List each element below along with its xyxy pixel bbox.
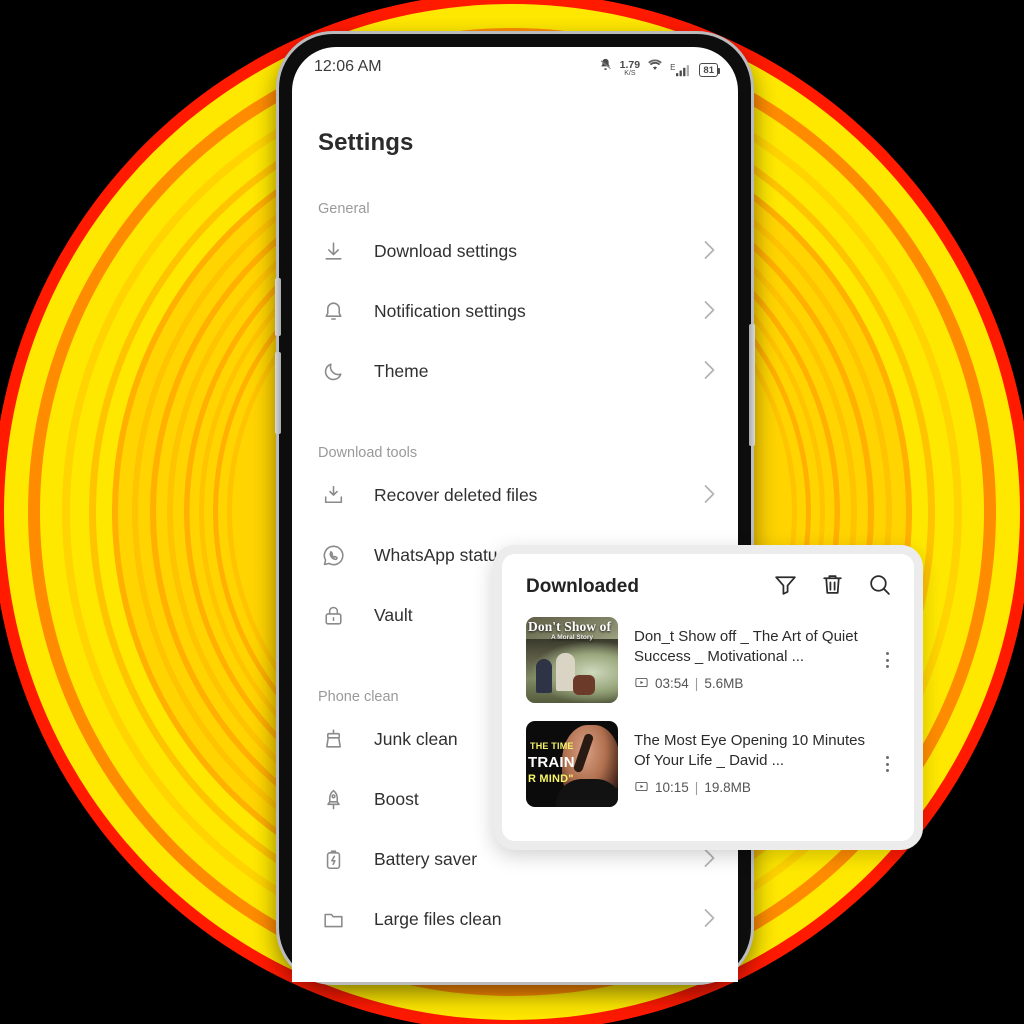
chevron-right-icon — [703, 908, 716, 931]
thumbnail-line-2: TRAIN — [528, 754, 575, 771]
chevron-right-icon — [703, 240, 716, 263]
more-options-button[interactable] — [872, 652, 898, 668]
battery-bolt-icon — [318, 844, 348, 874]
rocket-icon — [318, 784, 348, 814]
chevron-right-icon — [703, 300, 716, 323]
bell-slash-icon — [598, 57, 613, 77]
downloaded-list: Don't Show of A Moral Story Don_t Show off… — [502, 608, 914, 816]
thumbnail-scene — [526, 639, 618, 703]
video-thumbnail[interactable]: Don't Show of A Moral Story — [526, 617, 618, 703]
lock-icon — [318, 600, 348, 630]
downloaded-item-separator: | — [694, 780, 699, 796]
downloaded-item-meta: The Most Eye Opening 10 Minutes Of Your … — [634, 731, 872, 797]
thumbnail-subtitle: A Moral Story — [550, 634, 593, 641]
power-button[interactable] — [749, 324, 755, 446]
downloaded-item-meta: Don_t Show off _ The Art of Quiet Succes… — [634, 627, 872, 693]
status-bar: 12:06 AM 1.79 K/S E 81 — [292, 47, 738, 87]
page-title: Settings — [318, 129, 414, 156]
chevron-right-icon — [703, 360, 716, 383]
section-label-general: General — [318, 201, 370, 217]
filter-icon[interactable] — [773, 572, 798, 602]
settings-item-notification-settings[interactable]: Notification settings — [292, 281, 738, 341]
play-icon — [634, 675, 649, 693]
thumbnail-line-3: R MIND" — [528, 773, 574, 785]
downloaded-list-item[interactable]: Don't Show of A Moral Story Don_t Show off… — [502, 608, 914, 712]
settings-item-large-files-clean[interactable]: Large files clean — [292, 889, 738, 949]
status-bar-clock: 12:06 AM — [314, 58, 382, 75]
section-label-download-tools: Download tools — [318, 445, 418, 461]
downloaded-card-header: Downloaded — [502, 554, 914, 608]
volume-up-button[interactable] — [275, 278, 281, 336]
thumbnail-title: Don't Show of — [528, 619, 612, 634]
settings-item-label: Recover deleted files — [374, 484, 538, 505]
thumbnail-line-1: THE TIME — [530, 741, 574, 751]
downloaded-item-duration: 10:15 — [655, 780, 689, 796]
downloaded-item-size: 19.8MB — [704, 780, 751, 796]
downloaded-item-title: Don_t Show off _ The Art of Quiet Succes… — [634, 628, 858, 665]
settings-list: Download settings Notification settings Th… — [292, 217, 738, 401]
folder-icon — [318, 904, 348, 934]
whatsapp-icon — [318, 540, 348, 570]
video-thumbnail[interactable]: THE TIME TRAIN R MIND" — [526, 721, 618, 807]
settings-item-label: Download settings — [374, 240, 517, 261]
chevron-right-icon — [703, 484, 716, 507]
settings-item-download-settings[interactable]: Download settings — [292, 221, 738, 281]
moon-icon — [318, 356, 348, 386]
screenshot-canvas: 12:06 AM 1.79 K/S E 81 Settings General … — [0, 0, 1024, 1024]
bell-icon — [318, 296, 348, 326]
settings-item-theme[interactable]: Theme — [292, 341, 738, 401]
network-speed-indicator: 1.79 K/S — [619, 58, 641, 77]
downloaded-card-title: Downloaded — [526, 576, 639, 597]
settings-item-label: Battery saver — [374, 848, 478, 869]
settings-item-recover-deleted-files[interactable]: Recover deleted files — [292, 465, 738, 525]
downloaded-item-separator: | — [694, 676, 699, 692]
downloaded-item-title: The Most Eye Opening 10 Minutes Of Your … — [634, 732, 865, 769]
settings-item-label: Notification settings — [374, 300, 526, 321]
recover-file-icon — [318, 480, 348, 510]
volume-down-button[interactable] — [275, 352, 281, 434]
settings-item-label: Large files clean — [374, 908, 502, 929]
downloaded-list-item[interactable]: THE TIME TRAIN R MIND" The Most Eye Opening… — [502, 712, 914, 816]
downloaded-item-duration: 03:54 — [655, 676, 689, 692]
battery-indicator: 81 — [699, 63, 720, 77]
chevron-right-icon — [703, 848, 716, 871]
download-icon — [318, 236, 348, 266]
more-options-button[interactable] — [872, 756, 898, 772]
downloaded-card[interactable]: Downloaded Don't Show of A Moral Story Don… — [493, 545, 923, 850]
trash-icon[interactable] — [820, 572, 845, 602]
downloaded-item-size: 5.6MB — [704, 676, 744, 692]
play-icon — [634, 779, 649, 797]
broom-icon — [318, 724, 348, 754]
search-icon[interactable] — [867, 572, 892, 602]
settings-item-label: Theme — [374, 360, 429, 381]
wifi-icon — [647, 58, 663, 77]
signal-bars-icon: E — [670, 63, 692, 77]
